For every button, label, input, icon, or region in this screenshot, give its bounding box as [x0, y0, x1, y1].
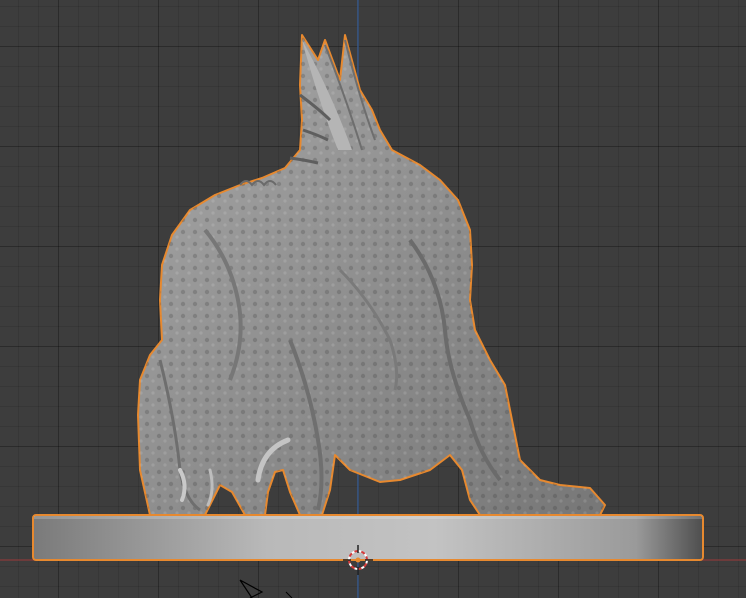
- viewport-scene[interactable]: [0, 0, 746, 598]
- creature-mesh[interactable]: [137, 34, 606, 516]
- camera-icon[interactable]: [239, 579, 293, 598]
- 3d-viewport[interactable]: [0, 0, 746, 598]
- round-base-mesh[interactable]: [32, 514, 704, 561]
